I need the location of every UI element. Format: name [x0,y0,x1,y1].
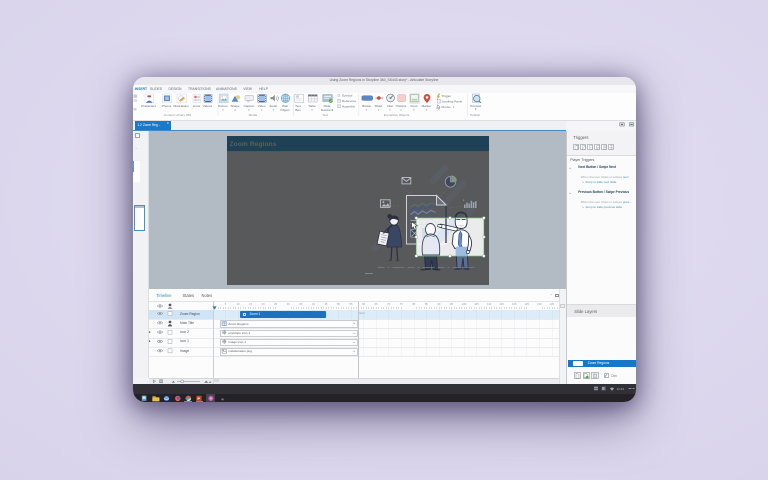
svg-text:Trigger: Trigger [441,94,451,98]
svg-text:Symbol: Symbol [342,94,353,98]
svg-text:Mouse: Mouse [441,105,451,109]
svg-text:Ω: Ω [337,94,340,98]
svg-text:▾: ▾ [453,106,455,109]
svg-text:Scrolling Panel: Scrolling Panel [441,100,462,104]
svg-text:Hyperlink: Hyperlink [342,105,355,109]
svg-text:12:34: 12:34 [616,387,624,391]
svg-text:Reference: Reference [342,99,357,103]
svg-text:Zoom Regions: Zoom Regions [230,141,277,148]
